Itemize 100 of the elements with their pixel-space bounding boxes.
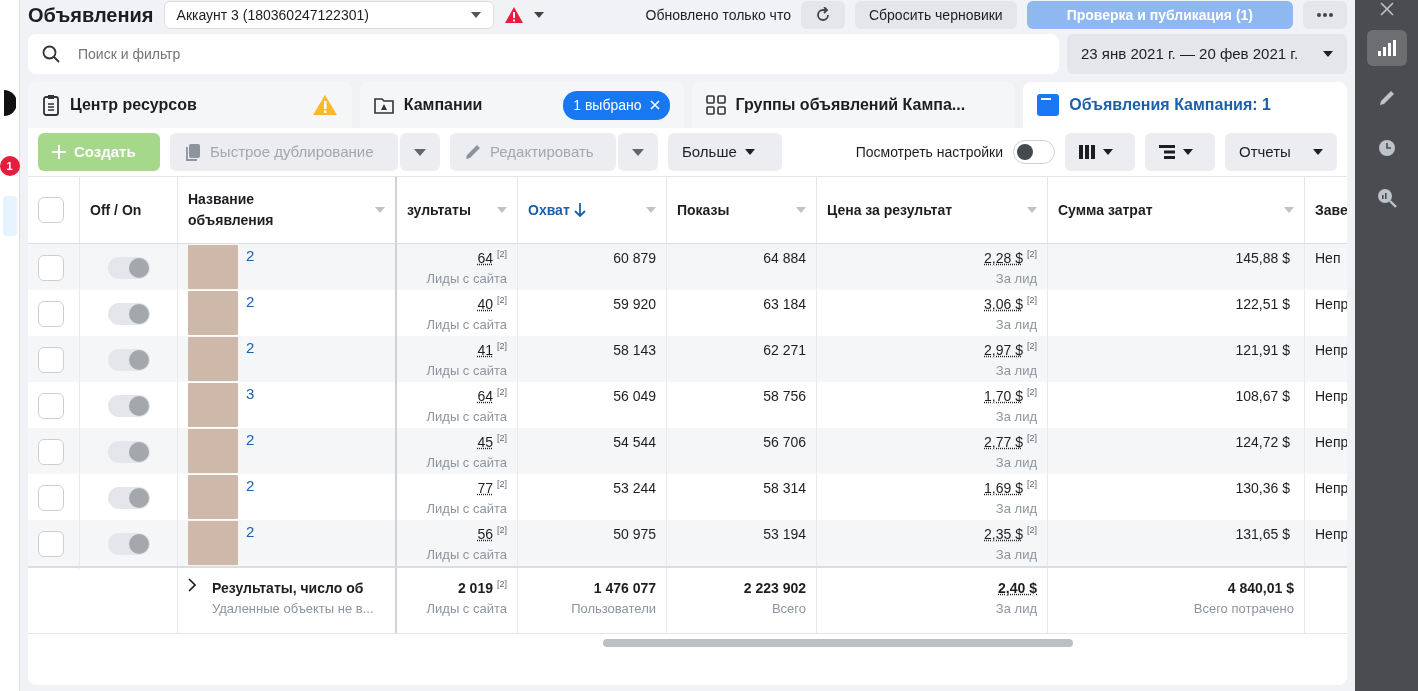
row-checkbox[interactable] <box>38 301 64 328</box>
status-toggle[interactable] <box>107 441 150 464</box>
totals-label: Результаты, число об <box>212 579 365 598</box>
column-header[interactable]: Цена за результат <box>827 199 953 221</box>
breakdown-button[interactable] <box>1145 133 1215 171</box>
column-header[interactable]: Название объявления <box>188 189 338 231</box>
column-header[interactable]: Показы <box>677 199 730 221</box>
row-checkbox[interactable] <box>38 485 64 512</box>
ad-name-link[interactable]: 2 <box>246 291 255 311</box>
caret-icon <box>1183 149 1193 155</box>
tab[interactable]: Группы объявлений Кампа... <box>691 82 1016 128</box>
plus-icon <box>52 145 66 159</box>
photo-placeholder <box>188 521 238 565</box>
pencil-icon[interactable] <box>1377 89 1396 107</box>
columns-button[interactable] <box>1065 133 1135 171</box>
ad-name-link[interactable]: 2 <box>246 475 255 495</box>
cell-caption: Лиды с сайта <box>426 454 507 472</box>
row-checkbox[interactable] <box>38 255 64 282</box>
caret-icon <box>1103 149 1113 155</box>
ad-name-link[interactable]: 2 <box>246 245 255 265</box>
search-field[interactable]: Поиск и фильтр <box>28 34 1059 74</box>
ad-name-link[interactable]: 2 <box>246 521 255 541</box>
ad-name-link[interactable]: 2 <box>246 429 255 449</box>
copy-icon <box>184 143 202 161</box>
dropdown-caret-icon <box>796 207 806 213</box>
row-checkbox[interactable] <box>38 347 64 374</box>
column-header[interactable]: Сумма затрат <box>1058 199 1153 221</box>
cell-caption: Всего потрачено <box>1193 600 1294 618</box>
reset-drafts-button[interactable]: Сбросить черновики <box>854 1 1017 29</box>
table-cell: Непр <box>1315 388 1347 404</box>
more-dropdown-button[interactable]: Больше <box>668 133 782 171</box>
status-toggle[interactable] <box>107 303 150 326</box>
account-dropdown[interactable]: Аккаунт 3 (180360247122301) <box>163 1 494 29</box>
photo-placeholder <box>188 383 238 427</box>
column-header[interactable]: Охват <box>528 199 570 221</box>
column-header[interactable]: зультаты <box>407 199 471 221</box>
photo-placeholder <box>188 429 238 473</box>
refresh-button[interactable] <box>800 1 845 29</box>
reports-button[interactable]: Отчеты <box>1225 133 1337 171</box>
cell-value: 56 706 <box>763 434 806 450</box>
clock-icon[interactable] <box>1377 139 1396 157</box>
table-cell: Непр <box>1315 296 1347 312</box>
ad-name-link[interactable]: 2 <box>246 337 255 357</box>
view-settings-toggle[interactable] <box>1013 140 1055 164</box>
cell-value: 145,88 $ <box>1235 250 1290 266</box>
row-checkbox[interactable] <box>38 393 64 420</box>
cell-value: 2 223 902 <box>743 580 806 596</box>
cell-caption: За лид <box>995 408 1037 426</box>
cell-caption: Лиды с сайта <box>426 270 507 288</box>
cell-value: 64 <box>477 388 493 404</box>
table-row[interactable]: 2 45 [2] Лиды с сайта 54 544 56 706 2,77 $ [2] За лид 124,72 $ Непр <box>28 428 1347 474</box>
scrollbar-thumb[interactable] <box>603 639 1073 647</box>
ad-window-icon <box>1037 94 1060 116</box>
status-toggle[interactable] <box>107 487 150 510</box>
cell-caption: За лид <box>995 500 1037 518</box>
cell-value: 1,69 $ <box>984 480 1023 496</box>
tab[interactable]: Объявления Кампания: 1 <box>1023 82 1347 128</box>
cell-value: 2,97 $ <box>984 342 1023 358</box>
cell-caption: Лиды с сайта <box>426 316 507 334</box>
status-toggle[interactable] <box>107 395 150 418</box>
select-all-checkbox[interactable] <box>38 197 64 223</box>
row-checkbox[interactable] <box>38 439 64 466</box>
cell-value: 59 920 <box>613 296 656 312</box>
footnote-mark: [2] <box>497 479 507 489</box>
table-row[interactable]: 2 64 [2] Лиды с сайта 60 879 64 884 2,28 $ [2] За лид 145,88 $ Неп <box>28 244 1347 290</box>
tab[interactable]: Центр ресурсов <box>28 82 352 128</box>
dropdown-button[interactable] <box>618 133 658 171</box>
cell-value: 56 049 <box>613 388 656 404</box>
more-icon <box>1317 13 1333 17</box>
cell-value: 4 840,01 $ <box>1227 580 1294 596</box>
column-header[interactable]: Заве <box>1315 199 1347 221</box>
date-range-button[interactable]: 23 янв 2021 г. — 20 фев 2021 г. <box>1067 34 1347 74</box>
row-checkbox[interactable] <box>38 531 64 558</box>
selection-chip[interactable]: 1 выбрано <box>563 90 670 120</box>
column-header[interactable]: Off / On <box>90 199 142 221</box>
chart-icon[interactable] <box>1377 40 1396 56</box>
status-toggle[interactable] <box>107 257 150 280</box>
columns-icon <box>1079 145 1095 159</box>
status-toggle[interactable] <box>107 533 150 556</box>
cell-caption: Лиды с сайта <box>426 546 507 564</box>
table-row[interactable]: 2 41 [2] Лиды с сайта 58 143 62 271 2,97 $ [2] За лид 121,91 $ Непр <box>28 336 1347 382</box>
tab[interactable]: Кампании 1 выбрано <box>359 82 684 128</box>
table-row[interactable]: 2 56 [2] Лиды с сайта 50 975 53 194 2,35 $ [2] За лид 131,65 $ Непр <box>28 520 1347 566</box>
status-text: Обновлено только что <box>645 5 791 25</box>
table-cell: Непр <box>1315 434 1347 450</box>
status-toggle[interactable] <box>107 349 150 372</box>
ad-name-link[interactable]: 3 <box>246 383 255 403</box>
footnote-mark: [2] <box>1027 249 1037 259</box>
cell-value: 64 <box>477 250 493 266</box>
cell-caption: За лид <box>995 546 1037 564</box>
footnote-mark: [2] <box>497 249 507 259</box>
cell-value: 2,40 $ <box>998 580 1037 596</box>
chevron-icon[interactable] <box>188 578 196 592</box>
cell-value: 62 271 <box>763 342 806 358</box>
cell-value: 58 143 <box>613 342 656 358</box>
dropdown-button[interactable] <box>400 133 440 171</box>
search-chart-icon[interactable] <box>1376 188 1397 208</box>
cell-value: 40 <box>477 296 493 312</box>
more-button[interactable] <box>1303 1 1347 29</box>
close-icon[interactable] <box>1379 2 1394 16</box>
